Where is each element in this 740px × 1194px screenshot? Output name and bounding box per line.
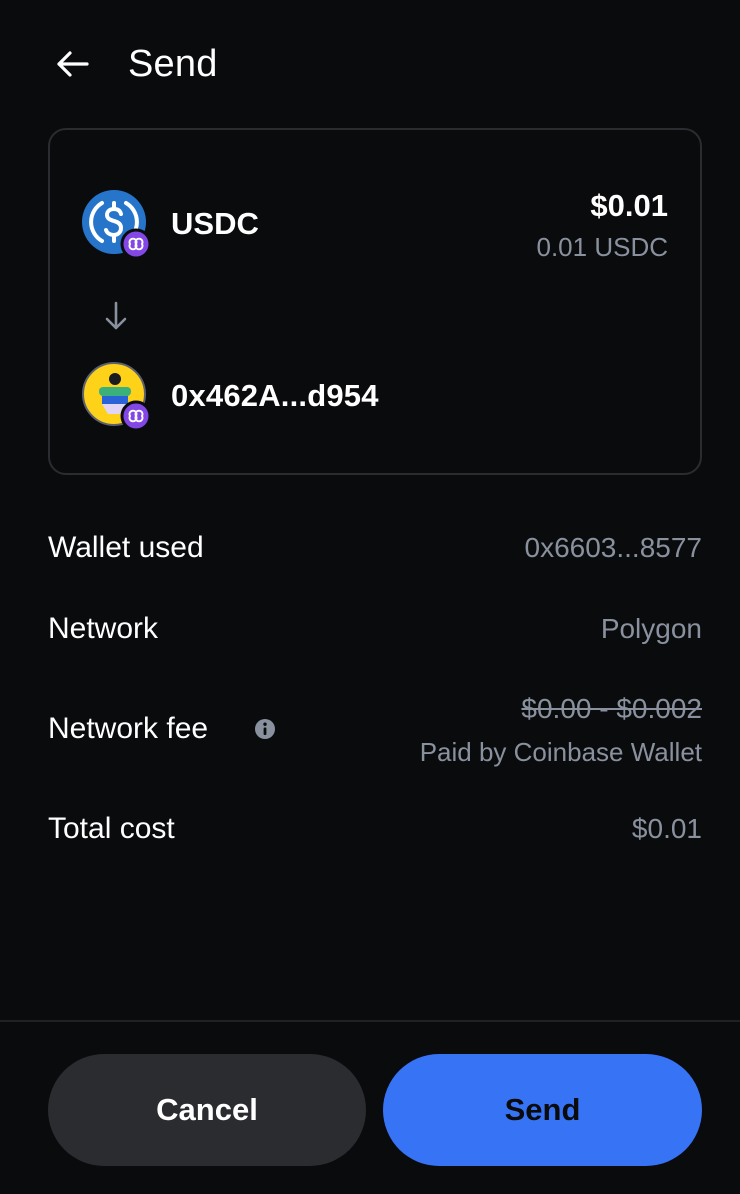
footer-divider bbox=[0, 1020, 740, 1022]
avatar-icon bbox=[82, 362, 150, 430]
wallet-used-value: 0x6603...8577 bbox=[524, 532, 703, 563]
network-fee-label: Network fee bbox=[48, 712, 209, 745]
network-fee-value: $0.00 - $0.002 bbox=[521, 693, 702, 724]
recipient-address: 0x462A...d954 bbox=[171, 378, 379, 413]
send-screen: Send USDC $0.01 0.01 USDC 0x462A...d954 … bbox=[0, 0, 740, 1194]
polygon-icon bbox=[120, 228, 150, 258]
total-cost-label: Total cost bbox=[48, 812, 175, 845]
info-icon[interactable] bbox=[254, 718, 276, 740]
cancel-button[interactable]: Cancel bbox=[48, 1054, 366, 1166]
header: Send bbox=[0, 0, 740, 128]
back-button[interactable] bbox=[48, 40, 96, 88]
total-cost-value: $0.01 bbox=[631, 813, 702, 844]
network-label: Network bbox=[48, 612, 159, 645]
transfer-summary-card: USDC $0.01 0.01 USDC 0x462A...d954 bbox=[48, 128, 702, 475]
polygon-icon bbox=[120, 400, 150, 430]
token-amount: 0.01 USDC bbox=[536, 232, 669, 262]
fee-sponsor-note: Paid by Coinbase Wallet bbox=[419, 737, 702, 767]
wallet-used-label: Wallet used bbox=[48, 531, 204, 564]
arrow-left-icon bbox=[57, 51, 89, 77]
send-button[interactable]: Send bbox=[383, 1054, 702, 1166]
fiat-amount: $0.01 bbox=[590, 188, 668, 223]
usdc-icon bbox=[82, 190, 150, 258]
network-value: Polygon bbox=[600, 613, 702, 644]
page-title: Send bbox=[128, 43, 218, 85]
arrow-down-icon bbox=[105, 301, 127, 330]
asset-name: USDC bbox=[171, 206, 259, 241]
